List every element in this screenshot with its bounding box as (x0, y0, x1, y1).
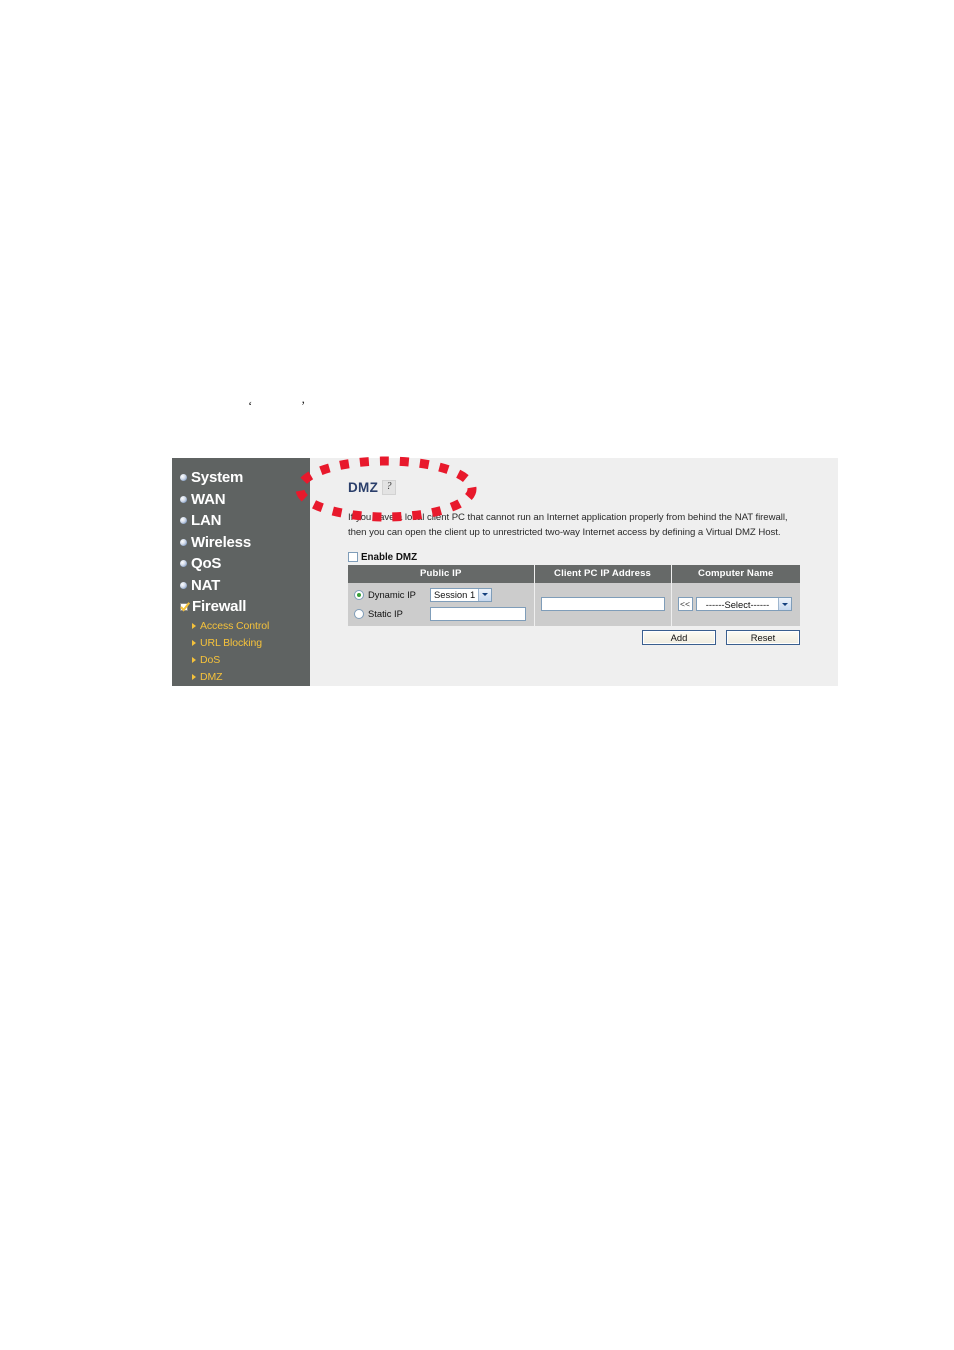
sidebar-item-label: Wireless (191, 533, 251, 551)
sidebar-subitem-access-control[interactable]: Access Control (172, 618, 310, 635)
column-header-client-pc-ip: Client PC IP Address (534, 564, 672, 583)
main-content: DMZ ? If you have a local client PC that… (310, 458, 838, 686)
form-button-row: Add Reset (348, 629, 800, 645)
sidebar-subitem-label: DoS (200, 654, 221, 666)
stray-quote-right: ’ (301, 398, 306, 413)
chevron-down-icon (478, 588, 491, 601)
sidebar-item-firewall[interactable]: Firewall (172, 596, 310, 618)
sidebar-subitem-url-blocking[interactable]: URL Blocking (172, 635, 310, 652)
bullet-icon (180, 538, 187, 546)
sidebar-subitem-label: Access Control (200, 620, 270, 632)
bullet-icon (180, 560, 187, 568)
copy-name-button[interactable]: << (677, 597, 693, 612)
sidebar-item-label: WAN (191, 490, 226, 508)
sidebar-subitem-dos[interactable]: DoS (172, 652, 310, 669)
column-header-public-ip: Public IP (348, 564, 535, 583)
static-ip-row[interactable]: Static IP (354, 606, 528, 621)
sidebar-subitem-label: DMZ (200, 671, 223, 683)
dynamic-ip-label: Dynamic IP (368, 589, 416, 601)
cell-client-pc-ip (534, 582, 672, 626)
arrow-right-icon (192, 657, 196, 663)
sidebar-item-nat[interactable]: NAT (172, 575, 310, 597)
column-header-computer-name: Computer Name (671, 564, 800, 583)
page-title-text: DMZ (348, 480, 379, 495)
enable-dmz-checkbox[interactable] (348, 552, 358, 563)
add-button[interactable]: Add (642, 629, 716, 645)
sidebar-item-label: Firewall (192, 598, 247, 616)
check-mark-icon (180, 601, 190, 612)
reset-button[interactable]: Reset (726, 629, 800, 645)
dynamic-ip-radio[interactable] (354, 589, 364, 600)
sidebar-item-system[interactable]: System (172, 467, 310, 489)
router-admin-screenshot: System WAN LAN Wireless QoS NAT Firewall… (172, 458, 838, 686)
computer-name-select-value: ------Select------ (705, 598, 770, 610)
sidebar-subitem-dmz[interactable]: DMZ (172, 669, 310, 686)
sidebar-subitem-label: URL Blocking (200, 637, 263, 649)
sidebar-item-label: QoS (191, 555, 222, 573)
dmz-config-table: Public IP Client PC IP Address Computer … (348, 564, 800, 626)
client-pc-ip-input[interactable] (540, 597, 665, 612)
chevron-down-icon (777, 598, 791, 611)
table-row: Dynamic IP Session 1 Static IP << ------… (348, 582, 800, 626)
sidebar-item-label: LAN (191, 512, 222, 530)
help-icon[interactable]: ? (382, 480, 397, 495)
bullet-icon (180, 474, 187, 482)
dynamic-ip-row[interactable]: Dynamic IP Session 1 (354, 587, 528, 602)
cell-public-ip: Dynamic IP Session 1 Static IP (348, 582, 535, 626)
sidebar-item-wan[interactable]: WAN (172, 489, 310, 511)
bullet-icon (180, 495, 187, 503)
static-ip-label: Static IP (368, 608, 403, 620)
sidebar-navigation: System WAN LAN Wireless QoS NAT Firewall… (172, 458, 310, 686)
enable-dmz-label: Enable DMZ (361, 551, 418, 563)
static-ip-input[interactable] (430, 606, 526, 621)
enable-dmz-row[interactable]: Enable DMZ (348, 552, 808, 563)
bullet-icon (180, 517, 187, 525)
arrow-right-icon (192, 623, 196, 629)
session-select[interactable]: Session 1 (430, 587, 492, 602)
sidebar-item-label: NAT (191, 576, 221, 594)
table-header-row: Public IP Client PC IP Address Computer … (348, 564, 800, 583)
computer-name-select[interactable]: ------Select------ (695, 597, 792, 612)
static-ip-radio[interactable] (354, 608, 364, 619)
stray-quote-marks: ‘ ’ (248, 398, 318, 418)
sidebar-item-lan[interactable]: LAN (172, 510, 310, 532)
arrow-right-icon (192, 640, 196, 646)
sidebar-item-wireless[interactable]: Wireless (172, 532, 310, 554)
sidebar-item-label: System (191, 469, 244, 487)
stray-quote-left: ‘ (248, 398, 253, 413)
cell-computer-name: << ------Select------ (671, 582, 800, 626)
bullet-icon (180, 581, 187, 589)
sidebar-item-qos[interactable]: QoS (172, 553, 310, 575)
session-select-value: Session 1 (434, 589, 476, 601)
arrow-right-icon (192, 674, 196, 680)
page-description: If you have a local client PC that canno… (348, 512, 788, 538)
page-title: DMZ ? (348, 480, 808, 495)
